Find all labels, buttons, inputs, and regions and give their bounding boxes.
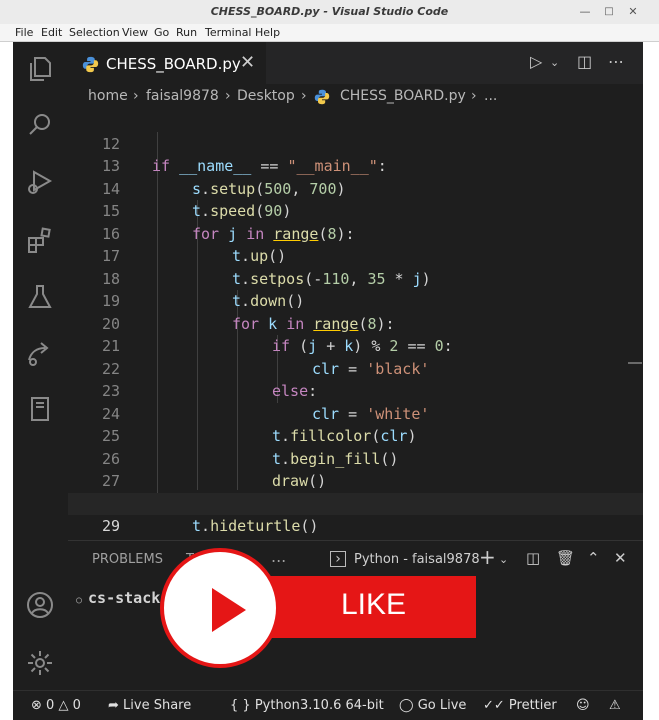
- menu-edit[interactable]: Edit: [41, 26, 62, 39]
- terminal-prompt: cs-stack: [88, 589, 161, 607]
- code-line-16: 16 t.up(): [101, 224, 287, 266]
- tab-bar: CHESS_BOARD.py ✕ ▷ ⌄ ◫ ⋯: [68, 42, 643, 84]
- terminal-dropdown-chevron-icon[interactable]: ⌄: [499, 553, 508, 566]
- code-line-20: 20 if (j + k) % 2 == 0:: [101, 314, 453, 356]
- code-line-14: 14 t.speed(90): [101, 179, 292, 221]
- breadcrumb: home › faisal9878 › Desktop › CHESS_BOAR…: [68, 84, 643, 110]
- menu-bar: File Edit Selection View Go Run Terminal…: [0, 24, 659, 42]
- code-line-17: 17 t.setpos(-110, 35 * j): [101, 247, 431, 288]
- code-line-22: 22 else:: [101, 359, 318, 401]
- go-live-status[interactable]: ◯ Go Live: [399, 698, 466, 713]
- menu-selection[interactable]: Selection: [69, 26, 120, 39]
- terminal-output[interactable]: ○ cs-stack: [76, 589, 160, 607]
- feedback-icon[interactable]: ☺: [576, 698, 590, 713]
- split-terminal-icon[interactable]: ◫: [526, 549, 540, 567]
- menu-file[interactable]: File: [15, 26, 33, 39]
- menu-run[interactable]: Run: [176, 26, 197, 39]
- minimize-button[interactable]: —: [577, 4, 593, 20]
- search-icon[interactable]: [25, 110, 55, 140]
- code-line-24: 24 t.fillcolor(clr): [101, 404, 417, 446]
- maximize-panel-chevron-up-icon[interactable]: ⌃: [587, 549, 600, 567]
- language-mode-status[interactable]: { } Python: [230, 698, 300, 713]
- code-line-26: 26 draw(): [101, 449, 327, 491]
- activity-bar: [13, 42, 68, 690]
- testing-flask-icon[interactable]: [25, 282, 55, 312]
- window-title: CHESS_BOARD.py - Visual Studio Code: [210, 5, 449, 18]
- prettier-status[interactable]: ✓✓ Prettier: [483, 698, 557, 713]
- left-frame: [0, 42, 13, 720]
- live-share-icon[interactable]: [25, 338, 55, 368]
- breadcrumb-desktop[interactable]: Desktop: [237, 88, 295, 104]
- warning-count: 0: [72, 698, 81, 713]
- tab-problems[interactable]: PROBLEMS: [92, 552, 163, 567]
- breadcrumb-file[interactable]: CHESS_BOARD.py: [340, 88, 466, 104]
- new-terminal-plus-icon[interactable]: +: [479, 545, 496, 569]
- breadcrumb-symbol[interactable]: ...: [484, 88, 497, 104]
- error-count: 0: [46, 698, 55, 713]
- book-icon[interactable]: [25, 394, 55, 424]
- account-icon[interactable]: [25, 590, 55, 620]
- menu-terminal[interactable]: Terminal: [205, 26, 252, 39]
- like-label: LIKE: [341, 588, 407, 621]
- live-share-status[interactable]: ➦ Live Share: [108, 698, 191, 713]
- notifications-bell-icon[interactable]: ⚠: [609, 698, 621, 713]
- kill-terminal-trash-icon[interactable]: 🗑: [556, 549, 575, 567]
- code-line-23: 23 clr = 'white': [101, 382, 430, 423]
- code-line-21: 21 clr = 'black': [101, 337, 430, 378]
- like-overlay[interactable]: LIKE: [160, 548, 480, 668]
- run-file-icon[interactable]: ▷: [530, 52, 542, 71]
- more-actions-icon[interactable]: ⋯: [608, 52, 624, 71]
- tab-label: CHESS_BOARD.py: [106, 55, 241, 73]
- code-line-19: 19 for k in range(8):: [101, 292, 395, 333]
- problems-status[interactable]: ⊗ 0 △ 0: [31, 698, 81, 713]
- code-line-15: 15 for j in range(8):: [101, 202, 355, 243]
- play-icon: [212, 588, 246, 632]
- breadcrumb-python-icon: [314, 89, 330, 105]
- scrollbar-marker[interactable]: [628, 362, 642, 364]
- code-line-29: 29 turtle.done(): [68, 492, 643, 558]
- code-line-25: 25 t.begin_fill(): [101, 427, 399, 468]
- tab-chess-board[interactable]: CHESS_BOARD.py ✕: [68, 42, 266, 84]
- breadcrumb-home[interactable]: home: [88, 88, 128, 104]
- close-panel-icon[interactable]: ✕: [614, 549, 627, 567]
- play-button-circle[interactable]: [160, 548, 280, 668]
- maximize-button[interactable]: □: [601, 4, 617, 20]
- split-editor-icon[interactable]: ◫: [577, 52, 592, 71]
- extensions-icon[interactable]: [25, 225, 55, 255]
- run-dropdown-chevron-icon[interactable]: ⌄: [550, 56, 559, 69]
- code-line-18: 18 t.down(): [101, 269, 305, 311]
- code-editor[interactable]: 12 if __name__ == "__main__": 13 s.setup…: [68, 110, 643, 558]
- python-file-icon: [82, 56, 99, 73]
- run-debug-icon[interactable]: [25, 167, 55, 197]
- settings-gear-icon[interactable]: [25, 648, 55, 678]
- breadcrumb-user[interactable]: faisal9878: [146, 88, 219, 104]
- terminal-bullet-icon: ○: [76, 595, 83, 606]
- close-window-button[interactable]: ✕: [625, 4, 641, 20]
- tab-close-icon[interactable]: ✕: [240, 52, 255, 73]
- menu-view[interactable]: View: [122, 26, 148, 39]
- code-line-27: 27 t.end_fill(): [101, 472, 380, 513]
- explorer-icon[interactable]: [25, 54, 55, 84]
- code-line-12: 12 if __name__ == "__main__":: [101, 134, 387, 176]
- menu-go[interactable]: Go: [154, 26, 169, 39]
- window-titlebar: CHESS_BOARD.py - Visual Studio Code — □ …: [0, 0, 659, 24]
- code-line-28: 28 t.hideturtle(): [102, 495, 319, 536]
- menu-help[interactable]: Help: [255, 26, 280, 39]
- right-frame: [643, 42, 659, 720]
- status-bar: ⊗ 0 △ 0 ➦ Live Share { } Python 3.10.6 6…: [13, 690, 643, 720]
- editor-area: CHESS_BOARD.py ✕ ▷ ⌄ ◫ ⋯ home › faisal98…: [68, 42, 643, 558]
- code-line-13: 13 s.setup(500, 700): [101, 157, 346, 198]
- interpreter-status[interactable]: 3.10.6 64-bit: [300, 698, 384, 713]
